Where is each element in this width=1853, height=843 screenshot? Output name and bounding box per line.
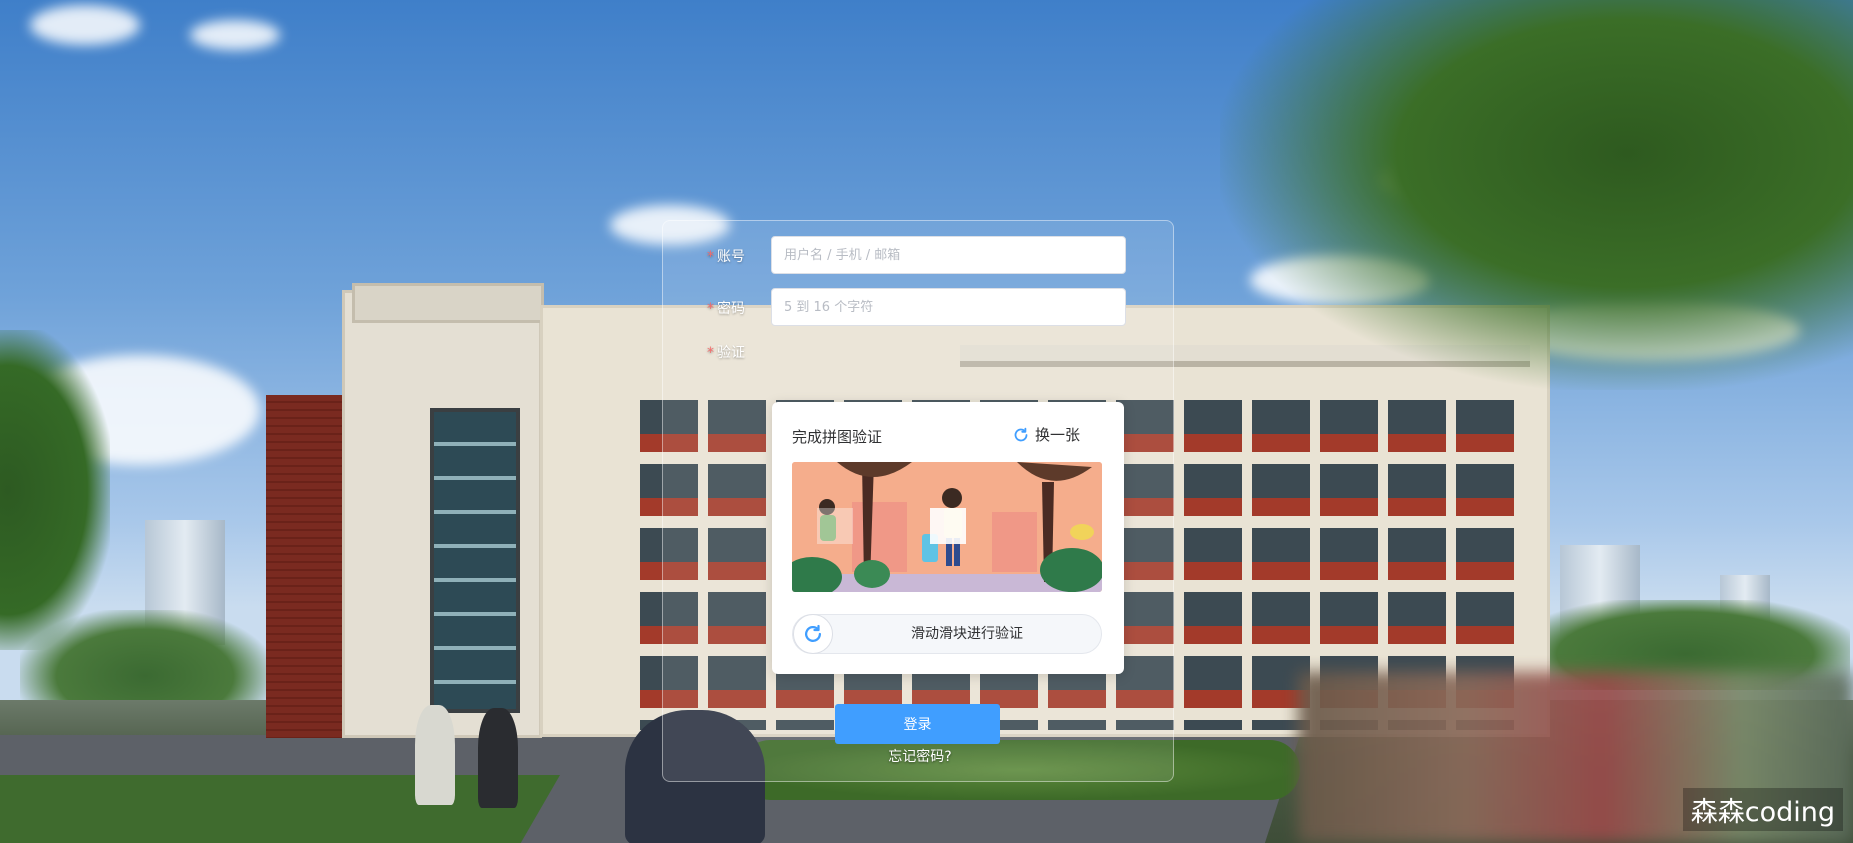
tree — [0, 330, 110, 650]
captcha-slider-text: 滑动滑块进行验证 — [911, 626, 1023, 642]
tree — [1220, 0, 1853, 390]
captcha-title: 完成拼图验证 — [792, 428, 883, 446]
cloud — [30, 5, 140, 45]
captcha-slider-track[interactable]: 滑动滑块进行验证 — [792, 614, 1102, 654]
person — [415, 705, 455, 805]
refresh-icon — [805, 624, 821, 642]
verify-label: * 验证 — [685, 342, 745, 362]
cloud — [190, 20, 280, 50]
account-label: * 账号 — [685, 246, 745, 266]
watermark: 森森coding — [1682, 788, 1843, 831]
password-input[interactable] — [771, 288, 1126, 326]
person — [478, 708, 518, 808]
captcha-popup: 完成拼图验证 换一张 滑动滑块进行验证 — [772, 402, 1124, 674]
account-label-text: 账号 — [717, 249, 745, 265]
refresh-icon — [1014, 427, 1028, 441]
lawn — [0, 775, 561, 843]
required-mark: * — [707, 345, 714, 361]
captcha-refresh-label: 换一张 — [1034, 426, 1080, 444]
forgot-password-link[interactable]: 忘记密码? — [880, 746, 960, 766]
login-button[interactable]: 登录 — [835, 704, 1000, 744]
password-label: * 密码 — [685, 298, 745, 318]
captcha-refresh-button[interactable]: 换一张 — [1013, 424, 1080, 445]
required-mark: * — [707, 249, 714, 265]
captcha-slider-handle[interactable] — [793, 614, 833, 654]
required-mark: * — [707, 301, 714, 317]
account-input[interactable] — [771, 236, 1126, 274]
puzzle-illustration — [792, 462, 1102, 592]
captcha-puzzle-image — [792, 462, 1102, 592]
verify-label-text: 验证 — [717, 345, 745, 361]
building-tower-top — [352, 283, 544, 323]
building-glass-facade — [430, 408, 520, 713]
password-label-text: 密码 — [717, 301, 745, 317]
